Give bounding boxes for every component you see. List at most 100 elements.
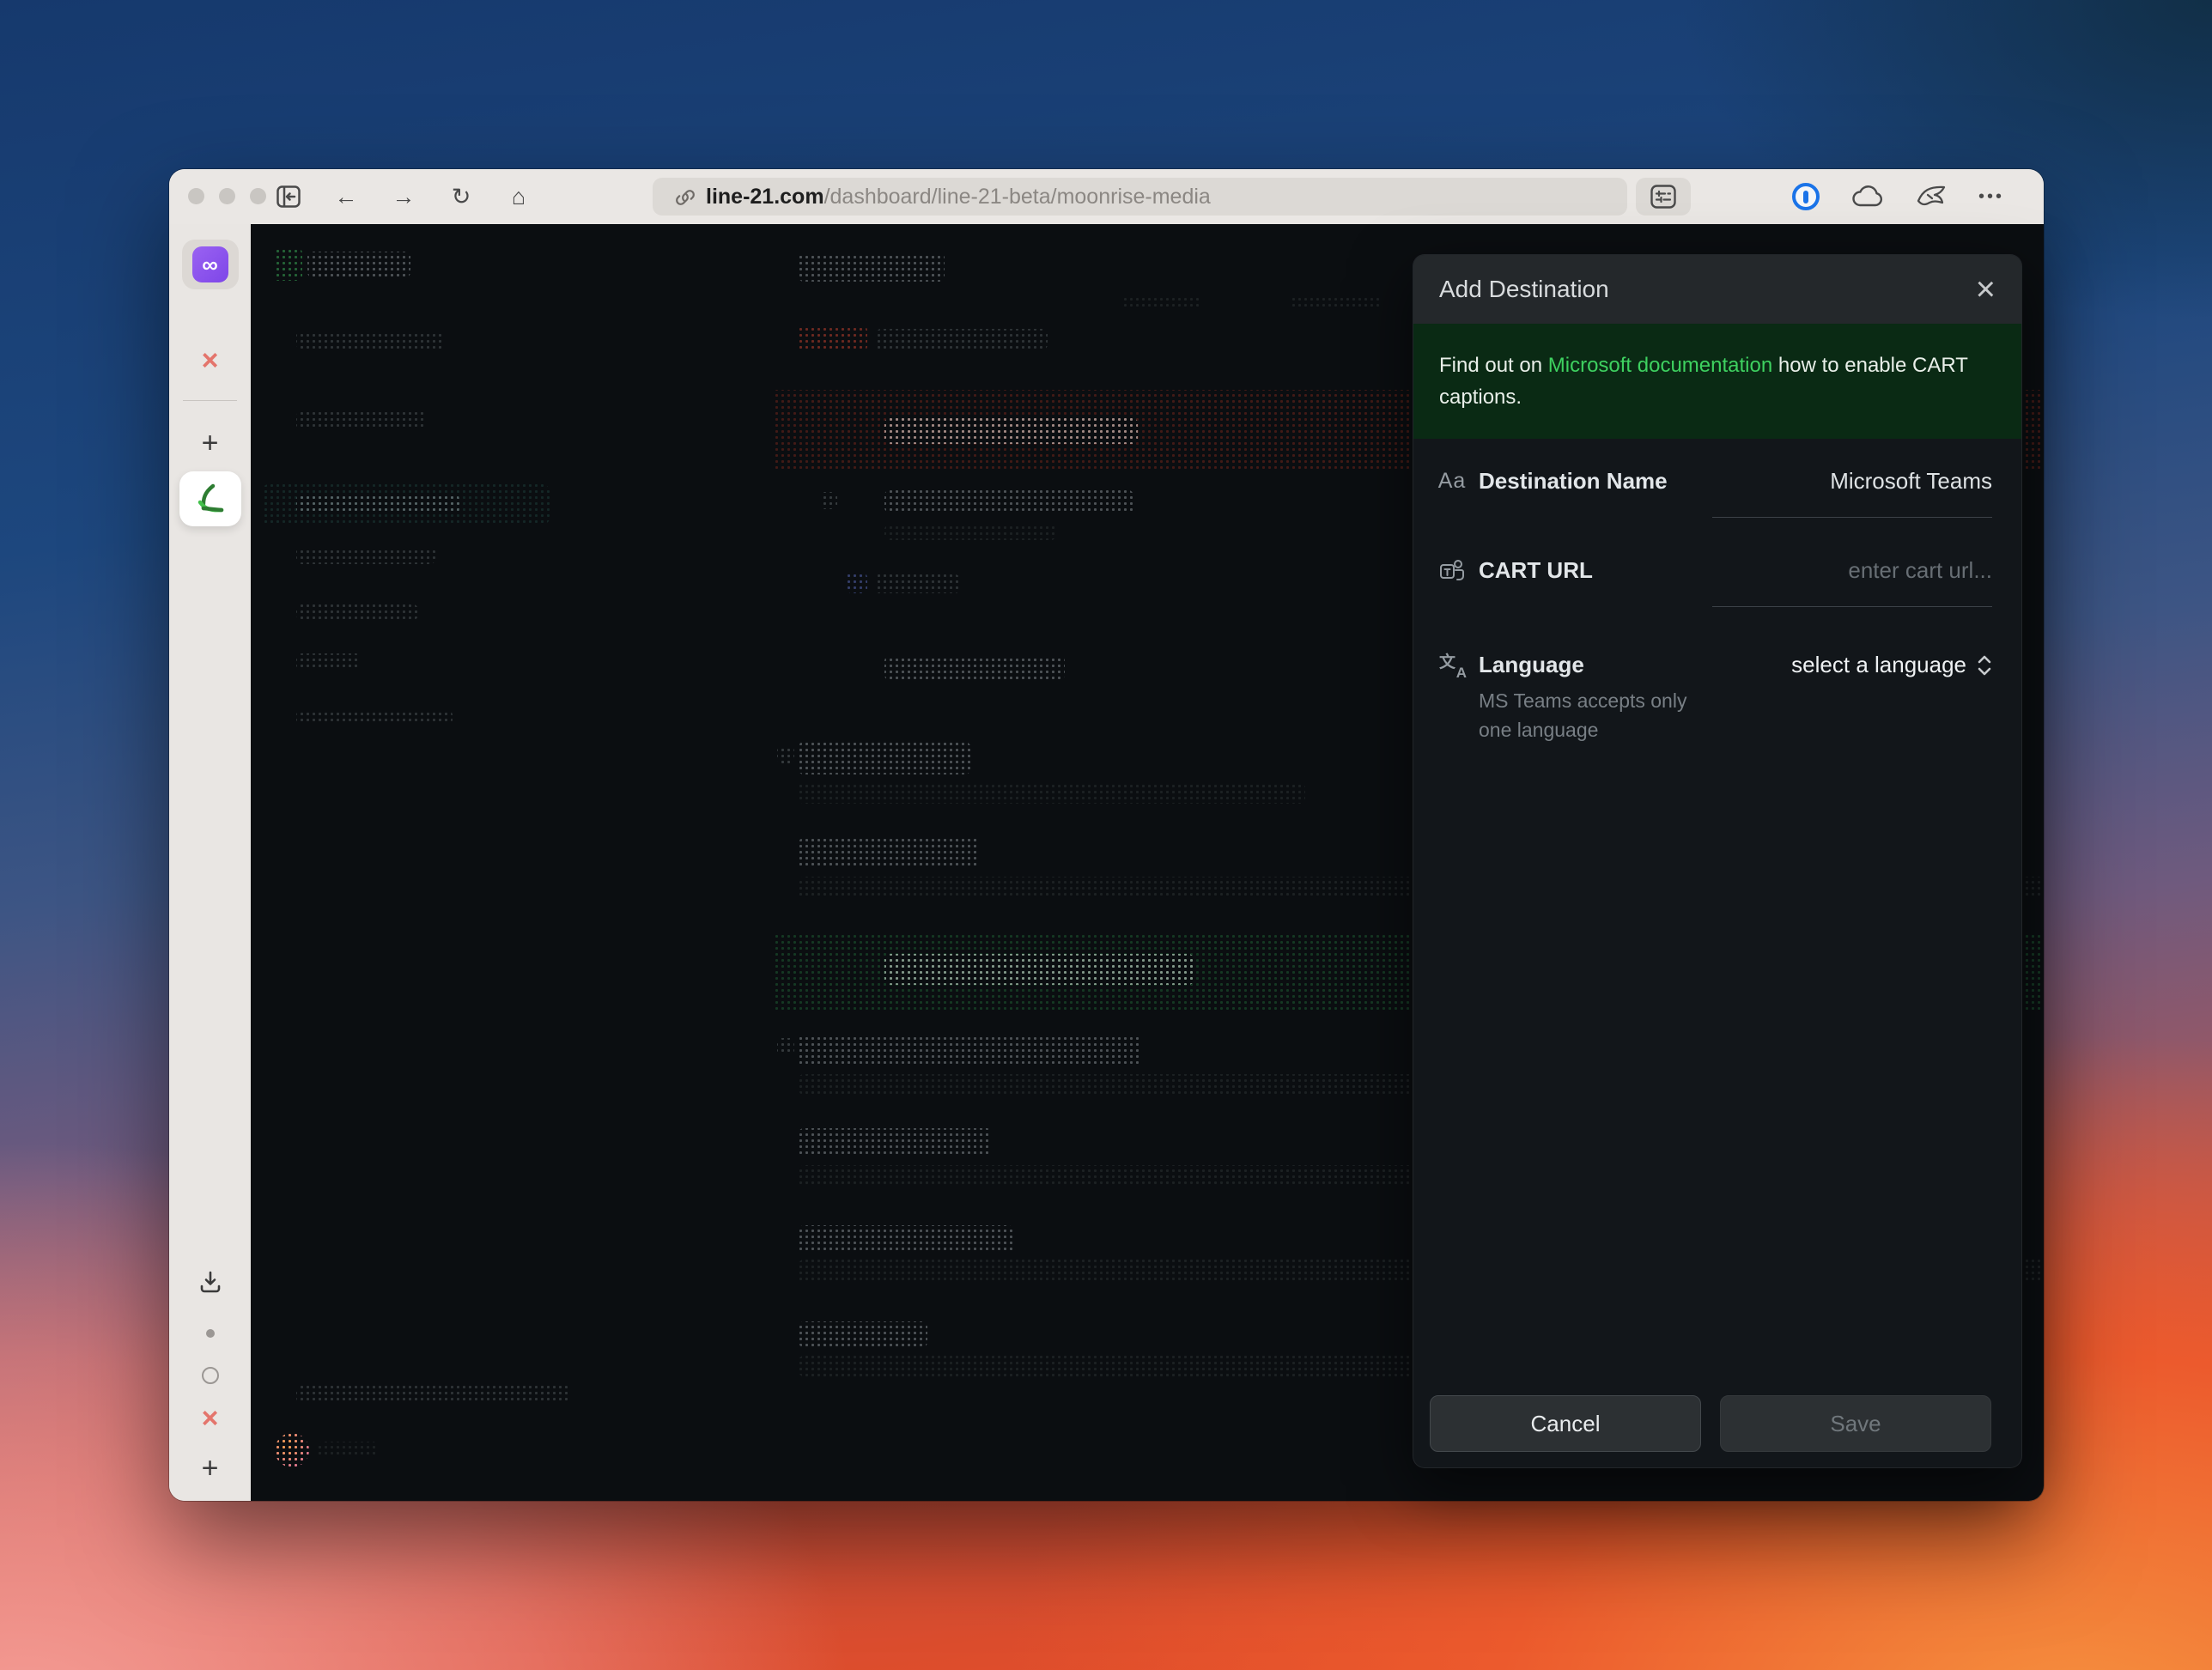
ghost-row-subtext	[799, 783, 1305, 804]
language-select-value: select a language	[1791, 652, 1966, 678]
line21-app-tab[interactable]	[169, 471, 251, 526]
cart-url-row: CART URL enter cart url...	[1413, 557, 2021, 607]
microsoft-documentation-link[interactable]: Microsoft documentation	[1548, 354, 1772, 377]
home-icon: ⌂	[512, 184, 526, 210]
toggle-sidebar-button[interactable]	[276, 184, 301, 210]
extensions-button[interactable]	[1636, 178, 1691, 216]
browser-tab-strip: ∞ × + × +	[169, 224, 251, 1501]
cloud-icon[interactable]	[1851, 185, 1884, 209]
ghost-nav-item	[296, 604, 418, 620]
ghost-nav-item	[296, 653, 361, 671]
language-row: 文 A Language select a language	[1413, 652, 2021, 678]
close-icon: ×	[202, 346, 219, 375]
cart-url-label: CART URL	[1479, 557, 1593, 584]
extensions-icon	[1650, 185, 1676, 209]
ghost-nav-item	[296, 411, 425, 430]
ghost-row-text	[799, 838, 979, 867]
ghost-red-banner-text	[884, 418, 1138, 444]
downloads-button[interactable]	[169, 1270, 251, 1294]
language-label: Language	[1479, 652, 1584, 678]
download-icon	[198, 1270, 222, 1294]
browser-window: ← → ↻ ⌂ line-21.com/dashboard/line-21-be…	[169, 169, 2044, 1501]
link-icon	[675, 186, 696, 207]
destination-name-input[interactable]: Microsoft Teams	[1712, 468, 1992, 518]
add-button[interactable]: +	[169, 1454, 251, 1483]
ghost-nav-selected-label	[296, 495, 459, 513]
circle-icon	[202, 1367, 219, 1384]
privacy-badger-icon[interactable]	[1916, 184, 1947, 210]
ghost-nav-item	[296, 547, 435, 564]
password-manager-icon[interactable]	[1792, 183, 1820, 210]
strip-divider	[183, 400, 237, 401]
ghost-row-text	[799, 1128, 992, 1157]
ghost-rec-chip	[799, 325, 867, 351]
modal-close-button[interactable]: ×	[1976, 272, 1996, 307]
sidebar-toggle-icon	[276, 185, 301, 208]
ghost-page-title	[799, 252, 945, 282]
destination-name-label: Destination Name	[1479, 468, 1668, 495]
ghost-nav-item	[296, 331, 444, 349]
ghost-row-subtext	[884, 525, 1056, 540]
language-helper-text: MS Teams accepts only one language	[1479, 687, 1719, 744]
ghost-avatar	[275, 1433, 309, 1467]
plus-icon: +	[202, 428, 219, 458]
url-path: /dashboard/line-21-beta/moonrise-media	[824, 185, 1211, 210]
ghost-green-banner-text	[884, 954, 1194, 985]
modal-footer: Cancel Save	[1430, 1395, 1991, 1452]
save-button[interactable]: Save	[1720, 1395, 1991, 1452]
ghost-row-text	[799, 1034, 1142, 1066]
new-tab-button[interactable]: +	[169, 428, 251, 458]
info-banner: Find out on Microsoft documentation how …	[1413, 324, 2021, 439]
minimize-window-button[interactable]	[219, 188, 235, 204]
ghost-sidebar-footer	[296, 1386, 571, 1403]
line21-logo-icon	[191, 480, 229, 518]
zoom-window-button[interactable]	[250, 188, 266, 204]
close-icon: ×	[202, 1404, 219, 1433]
ghost-app-logo	[273, 248, 302, 281]
back-button[interactable]: ←	[333, 184, 359, 210]
purple-app-icon: ∞	[192, 246, 228, 282]
address-bar[interactable]: line-21.com/dashboard/line-21-beta/moonr…	[653, 178, 1627, 216]
banner-text-pre: Find out on	[1439, 354, 1548, 377]
ghost-row-text	[799, 1225, 1013, 1253]
active-app-tab[interactable]: ∞	[169, 240, 251, 289]
back-icon: ←	[335, 184, 358, 210]
infinity-icon: ∞	[202, 252, 218, 278]
ghost-row-text	[799, 1321, 927, 1347]
chevron-up-down-icon	[1977, 654, 1992, 677]
url-host: line-21.com	[706, 185, 824, 210]
reload-icon: ↻	[452, 184, 471, 210]
record-circle-button[interactable]	[169, 1367, 251, 1384]
cart-url-input[interactable]: enter cart url...	[1712, 557, 1992, 607]
ghost-icon	[820, 492, 837, 509]
ghost-app-title	[307, 252, 410, 277]
modal-header: Add Destination ×	[1413, 255, 2021, 324]
home-button[interactable]: ⌂	[506, 184, 532, 210]
close-window-button[interactable]	[188, 188, 204, 204]
modal-title: Add Destination	[1439, 276, 1609, 303]
ghost-row-text	[874, 574, 960, 593]
add-destination-modal: Add Destination × Find out on Microsoft …	[1413, 254, 2022, 1468]
status-dot	[169, 1329, 251, 1338]
ghost-teams-icon	[847, 573, 867, 593]
close-session-button[interactable]: ×	[169, 1404, 251, 1433]
destination-name-row: Aa Destination Name Microsoft Teams	[1413, 468, 2021, 518]
cancel-button[interactable]: Cancel	[1430, 1395, 1701, 1452]
language-select[interactable]: select a language	[1712, 652, 1992, 678]
ghost-row-text	[884, 656, 1065, 680]
translate-icon: 文 A	[1439, 653, 1465, 678]
ghost-icon	[777, 1038, 794, 1055]
forward-button[interactable]: →	[391, 184, 416, 210]
ghost-stat	[1121, 295, 1202, 308]
ms-teams-icon	[1439, 558, 1465, 584]
reload-button[interactable]: ↻	[448, 184, 474, 210]
ghost-nav-item	[296, 710, 453, 725]
text-field-icon: Aa	[1438, 469, 1467, 494]
more-menu-button[interactable]: •••	[1978, 187, 2004, 207]
ghost-row-text	[799, 742, 970, 774]
traffic-lights	[188, 188, 266, 204]
close-tab-button[interactable]: ×	[169, 346, 251, 375]
plus-icon: +	[202, 1454, 219, 1483]
browser-toolbar: ← → ↻ ⌂ line-21.com/dashboard/line-21-be…	[169, 169, 2044, 224]
ghost-stat	[1291, 295, 1382, 308]
